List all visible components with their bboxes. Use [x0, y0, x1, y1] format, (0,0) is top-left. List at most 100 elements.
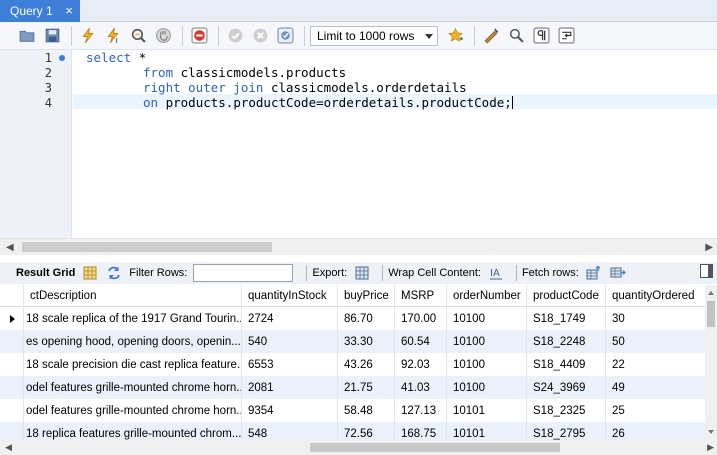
table-row[interactable]: 18 scale precision die cast replica feat… [0, 353, 705, 376]
table-cell[interactable]: S24_3969 [527, 376, 606, 399]
row-header[interactable] [0, 376, 24, 399]
row-header[interactable] [0, 307, 24, 330]
table-cell[interactable]: 41.03 [395, 376, 447, 399]
table-cell[interactable]: es opening hood, opening doors, openin..… [24, 330, 242, 353]
bookmark-star-icon[interactable] [444, 25, 466, 47]
rollback-icon[interactable] [249, 25, 271, 47]
table-cell[interactable]: 548 [242, 422, 338, 440]
table-cell[interactable]: 30 [606, 307, 705, 330]
table-cell[interactable]: 10100 [447, 330, 527, 353]
table-cell[interactable]: 18 scale replica of the 1917 Grand Touri… [24, 307, 242, 330]
table-row[interactable]: 18 scale replica of the 1917 Grand Touri… [0, 307, 705, 330]
table-row[interactable]: es opening hood, opening doors, openin..… [0, 330, 705, 353]
grid-vertical-scrollbar[interactable] [705, 285, 717, 440]
table-cell[interactable]: 10100 [447, 376, 527, 399]
table-cell[interactable]: S18_2795 [527, 422, 606, 440]
column-header[interactable]: ctDescription [24, 285, 242, 307]
scrollbar-thumb[interactable] [22, 242, 272, 252]
result-grid[interactable]: ctDescription quantityInStock buyPrice M… [0, 285, 705, 440]
table-cell[interactable]: 86.70 [338, 307, 395, 330]
table-cell[interactable]: 18 replica features grille-mounted chrom… [24, 422, 242, 440]
table-cell[interactable]: 33.30 [338, 330, 395, 353]
scroll-down-icon[interactable] [708, 430, 714, 434]
export-icon[interactable] [353, 264, 371, 282]
scroll-right-icon[interactable]: ▶ [707, 442, 714, 453]
autocommit-icon[interactable] [274, 25, 296, 47]
table-cell[interactable]: S18_1749 [527, 307, 606, 330]
find-icon[interactable] [505, 25, 527, 47]
table-cell[interactable]: 2724 [242, 307, 338, 330]
execute-current-icon[interactable]: I [102, 25, 124, 47]
fetch-next-rows-icon[interactable] [585, 264, 603, 282]
toggle-side-panel-icon[interactable] [700, 264, 713, 278]
commit-icon[interactable] [224, 25, 246, 47]
table-cell[interactable]: S18_2325 [527, 399, 606, 422]
row-header[interactable] [0, 353, 24, 376]
table-cell[interactable]: 9354 [242, 399, 338, 422]
table-cell[interactable]: S18_2248 [527, 330, 606, 353]
table-cell[interactable]: 50 [606, 330, 705, 353]
table-cell[interactable]: 58.48 [338, 399, 395, 422]
explain-icon[interactable] [127, 25, 149, 47]
table-cell[interactable]: 43.26 [338, 353, 395, 376]
column-header[interactable]: quantityOrdered [606, 285, 705, 307]
sql-editor[interactable]: 1 2 3 4 select * from classicmodels.prod… [0, 50, 717, 238]
row-header[interactable] [0, 330, 24, 353]
scroll-left-icon[interactable]: ◀ [6, 242, 14, 253]
scrollbar-thumb[interactable] [707, 301, 715, 327]
table-cell[interactable]: 18 scale precision die cast replica feat… [24, 353, 242, 376]
table-cell[interactable]: 170.00 [395, 307, 447, 330]
limit-rows-select[interactable]: Limit to 1000 rows [310, 25, 438, 46]
table-cell[interactable]: 10101 [447, 422, 527, 440]
row-header[interactable] [0, 422, 24, 440]
filter-rows-input[interactable] [193, 264, 294, 282]
wrap-cell-icon[interactable]: IA [487, 264, 505, 282]
tab-close-icon[interactable]: × [65, 4, 73, 17]
row-header[interactable] [0, 399, 24, 422]
refresh-icon[interactable] [105, 264, 123, 282]
table-row[interactable]: 18 replica features grille-mounted chrom… [0, 422, 705, 440]
column-header[interactable]: productCode [527, 285, 606, 307]
open-file-icon[interactable] [16, 25, 38, 47]
table-cell[interactable]: 22 [606, 353, 705, 376]
table-cell[interactable]: 25 [606, 399, 705, 422]
save-icon[interactable] [41, 25, 63, 47]
table-cell[interactable]: 26 [606, 422, 705, 440]
table-row[interactable]: odel features grille-mounted chrome horn… [0, 399, 705, 422]
execute-icon[interactable] [77, 25, 99, 47]
table-cell[interactable]: 60.54 [395, 330, 447, 353]
grid-horizontal-scrollbar[interactable]: ◀ ▶ [0, 440, 717, 455]
table-row[interactable]: odel features grille-mounted chrome horn… [0, 376, 705, 399]
scroll-left-icon[interactable]: ◀ [5, 442, 12, 453]
result-grid-label[interactable]: Result Grid [16, 267, 75, 279]
scroll-up-icon[interactable] [708, 291, 714, 295]
table-cell[interactable]: S18_4409 [527, 353, 606, 376]
tab-query-1[interactable]: Query 1 × [0, 0, 80, 22]
toggle-error-stop-icon[interactable] [188, 25, 210, 47]
table-cell[interactable]: 92.03 [395, 353, 447, 376]
table-cell[interactable]: 6553 [242, 353, 338, 376]
column-header[interactable]: orderNumber [447, 285, 527, 307]
column-header[interactable]: buyPrice [338, 285, 395, 307]
table-cell[interactable]: odel features grille-mounted chrome horn… [24, 376, 242, 399]
scrollbar-thumb[interactable] [310, 443, 560, 452]
table-cell[interactable]: 2081 [242, 376, 338, 399]
table-cell[interactable]: 540 [242, 330, 338, 353]
column-header[interactable]: quantityInStock [242, 285, 338, 307]
beautify-icon[interactable] [480, 25, 502, 47]
editor-horizontal-scrollbar[interactable]: ◀ ▶ [0, 238, 717, 255]
table-cell[interactable]: 10101 [447, 399, 527, 422]
invisible-chars-icon[interactable] [530, 25, 552, 47]
table-cell[interactable]: 168.75 [395, 422, 447, 440]
scroll-right-icon[interactable]: ▶ [705, 242, 713, 253]
stop-icon[interactable] [152, 25, 174, 47]
table-cell[interactable]: odel features grille-mounted chrome horn… [24, 399, 242, 422]
word-wrap-icon[interactable] [555, 25, 577, 47]
column-header[interactable]: MSRP [395, 285, 447, 307]
fetch-all-rows-icon[interactable] [609, 264, 627, 282]
table-cell[interactable]: 127.13 [395, 399, 447, 422]
table-cell[interactable]: 72.56 [338, 422, 395, 440]
table-cell[interactable]: 21.75 [338, 376, 395, 399]
grid-view-icon[interactable] [81, 264, 99, 282]
table-cell[interactable]: 10100 [447, 307, 527, 330]
